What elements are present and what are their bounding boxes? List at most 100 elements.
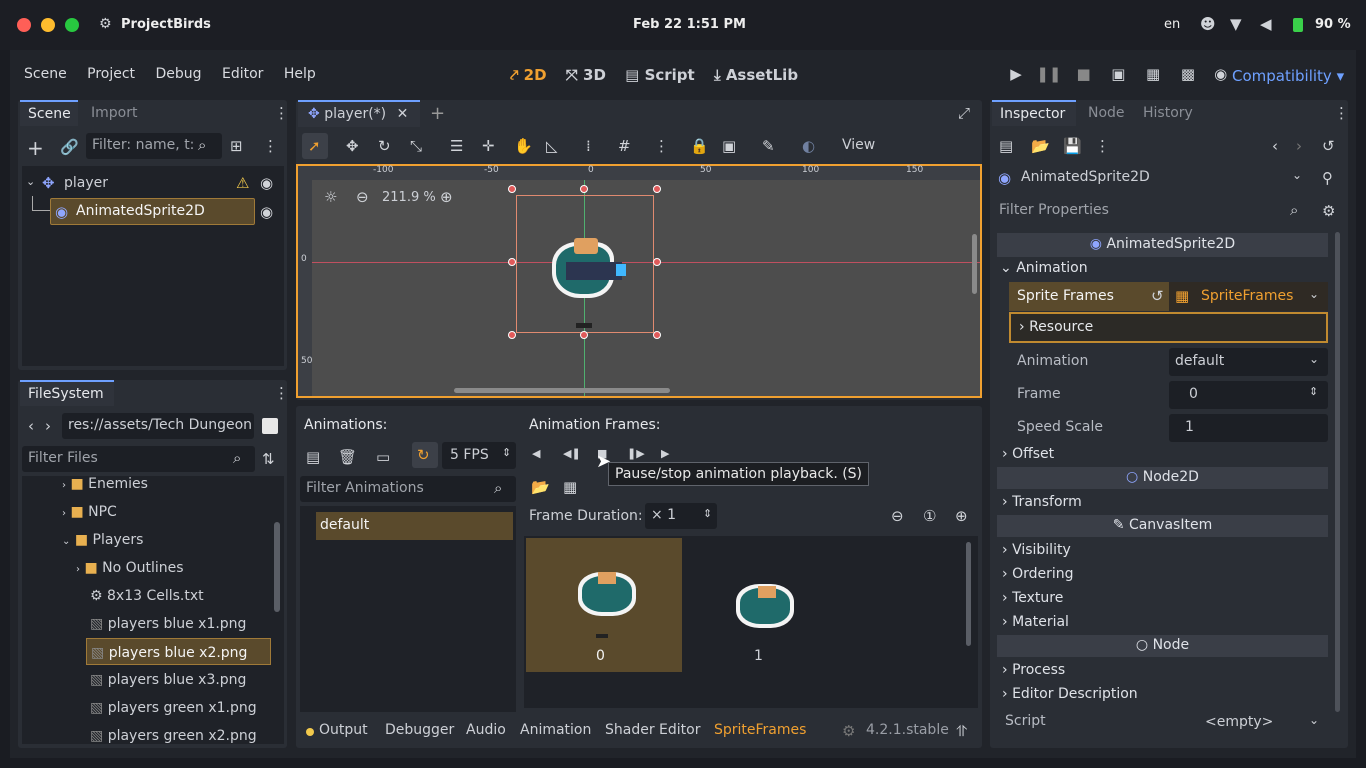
renderer-select[interactable]: Compatibility ▾ (1232, 67, 1344, 85)
inspector-scrollbar[interactable] (1335, 232, 1340, 712)
tree-item-animatedsprite2d[interactable]: ◉ AnimatedSprite2D (50, 198, 255, 225)
stop-icon[interactable]: ■ (1069, 65, 1099, 83)
sprite-frames-value[interactable]: ▦ SpriteFrames ⌄ (1169, 282, 1328, 311)
menu-scene[interactable]: Scene (24, 66, 67, 82)
forward-icon[interactable]: › (45, 417, 51, 435)
instantiate-scene-icon[interactable]: ⊞ (230, 137, 243, 155)
new-resource-icon[interactable]: ▤ (999, 137, 1013, 155)
inspector-options-icon[interactable]: ⚙ (1322, 202, 1335, 220)
play-backwards-icon[interactable]: ◀❚ (563, 447, 581, 460)
warning-icon[interactable]: ⚠ (236, 174, 249, 192)
zoom-settings-icon[interactable]: ☼ (324, 188, 337, 206)
fs-item-green-x1[interactable]: ▧ players green x1.png (90, 700, 257, 716)
remote-debug-icon[interactable]: ▣ (1103, 65, 1133, 83)
mode-2d-button[interactable]: ⤤ 2D (510, 66, 547, 84)
close-window-button[interactable] (17, 18, 31, 32)
chevron-down-icon[interactable]: ⌄ (1292, 168, 1302, 182)
fps-spinbox[interactable]: 5 FPS ⇕ (442, 442, 516, 469)
menu-project[interactable]: Project (87, 66, 135, 82)
scale-icon[interactable]: ⤡ (410, 137, 422, 155)
wifi-icon[interactable]: ▼ (1230, 15, 1242, 33)
section-ordering[interactable]: › Ordering (1002, 566, 1074, 582)
mode-assetlib-button[interactable]: ⤓ AssetLib (714, 66, 798, 84)
history-back-icon[interactable]: ‹ (1272, 137, 1278, 155)
animation-item-default[interactable]: default (316, 512, 513, 540)
revert-icon[interactable]: ↺ (1151, 287, 1164, 305)
play-forward-icon[interactable]: ❚▶ (627, 447, 645, 460)
zoom-in-frames-icon[interactable]: ⊕ (955, 507, 968, 525)
section-material[interactable]: › Material (1002, 614, 1069, 630)
collapse-arrow-icon[interactable]: ⌄ (26, 175, 35, 188)
section-editor-description[interactable]: › Editor Description (1002, 686, 1138, 702)
visibility-eye-icon[interactable]: ◉ (260, 174, 273, 192)
fs-item-blue-x2[interactable]: ▧ players blue x2.png (86, 638, 271, 665)
resource-options-icon[interactable]: ⋮ (1095, 137, 1110, 155)
tab-shader-editor[interactable]: Shader Editor (605, 722, 700, 738)
minimize-window-button[interactable] (41, 18, 55, 32)
save-resource-icon[interactable]: 💾 (1063, 137, 1082, 155)
tab-player-scene[interactable]: ✥ player(*) ✕ (298, 100, 420, 127)
play-custom-scene-icon[interactable]: ▩ (1173, 65, 1203, 83)
select-tool-button[interactable]: ➚ (302, 133, 328, 159)
distraction-free-icon[interactable]: ⤢ (958, 104, 970, 122)
v-scrollbar[interactable] (972, 234, 977, 294)
back-icon[interactable]: ‹ (28, 417, 34, 435)
add-animation-icon[interactable]: ▤ (306, 448, 320, 466)
frame-duration-spinbox[interactable]: × 1 ⇕ (645, 503, 717, 529)
section-texture[interactable]: › Texture (1002, 590, 1063, 606)
fs-item-cells-txt[interactable]: ⚙ 8x13 Cells.txt (90, 588, 204, 604)
filter-files-input[interactable]: Filter Files ⌕ (22, 446, 255, 472)
tab-filesystem[interactable]: FileSystem (20, 380, 114, 406)
pivot-icon[interactable]: ✛ (482, 137, 495, 155)
language-indicator[interactable]: en (1164, 17, 1180, 32)
tab-output[interactable]: Output (319, 722, 368, 738)
history-forward-icon[interactable]: › (1296, 137, 1302, 155)
section-transform[interactable]: › Transform (1002, 494, 1082, 510)
path-field[interactable]: res://assets/Tech Dungeon (62, 413, 254, 439)
filter-animations-input[interactable]: Filter Animations ⌕ (300, 476, 516, 502)
frame-spinbox[interactable]: 0 ⇕ (1169, 381, 1328, 409)
move-icon[interactable]: ✥ (346, 137, 359, 155)
zoom-level[interactable]: 211.9 % (382, 190, 436, 205)
dock-menu-icon[interactable]: ⋮ (274, 104, 289, 122)
tab-import[interactable]: Import (91, 105, 137, 121)
play-scene-icon[interactable]: ▦ (1138, 65, 1168, 83)
tab-debugger[interactable]: Debugger (385, 722, 454, 738)
frame-0[interactable]: 0 (526, 538, 682, 672)
visibility-eye-icon-2[interactable]: ◉ (260, 203, 273, 221)
menu-help[interactable]: Help (284, 66, 316, 82)
animation-select[interactable]: default ⌄ (1169, 348, 1328, 376)
system-tray-icon[interactable]: ☻ (1200, 15, 1216, 33)
object-history-icon[interactable]: ↺ (1322, 137, 1335, 155)
menu-debug[interactable]: Debug (156, 66, 202, 82)
play-icon[interactable]: ▶ (1003, 65, 1029, 83)
view-menu[interactable]: View (842, 137, 875, 153)
sort-icon[interactable]: ⇅ (262, 450, 275, 468)
expand-bottom-panel-icon[interactable]: ⥣ (956, 722, 967, 740)
inspected-node-type[interactable]: AnimatedSprite2D (1021, 169, 1150, 185)
resource-subsection[interactable]: › Resource (1009, 312, 1328, 343)
add-frame-from-file-icon[interactable]: 📂 (531, 478, 550, 496)
loop-toggle[interactable]: ↻ (412, 442, 438, 468)
frame-1[interactable]: 1 (686, 538, 842, 672)
tab-audio[interactable]: Audio (466, 722, 506, 738)
clock[interactable]: Feb 22 1:51 PM (633, 17, 746, 32)
link-icon[interactable]: 🔗 (60, 138, 79, 156)
camera-override-icon[interactable]: ◐ (802, 137, 815, 155)
mode-script-button[interactable]: ▤ Script (625, 66, 695, 84)
volume-icon[interactable]: ◀ (1260, 15, 1272, 33)
group-icon[interactable]: ▣ (722, 137, 736, 155)
canvas-viewport[interactable]: -100 -50 0 50 100 150 0 50 ☼ ⊖ 211.9 % ⊕ (296, 164, 982, 398)
snap-options-icon[interactable]: ⋮ (654, 137, 669, 155)
section-visibility[interactable]: › Visibility (1002, 542, 1071, 558)
zoom-out-frames-icon[interactable]: ⊖ (891, 507, 904, 525)
tab-node[interactable]: Node (1088, 105, 1125, 121)
fs-item-enemies[interactable]: › ■ Enemies (62, 476, 242, 492)
lock-icon[interactable]: 🔒 (690, 137, 709, 155)
fs-item-blue-x1[interactable]: ▧ players blue x1.png (90, 616, 246, 632)
movie-maker-icon[interactable]: ◉ (1208, 65, 1234, 83)
ruler-icon[interactable]: ◺ (546, 137, 558, 155)
tab-animation[interactable]: Animation (520, 722, 591, 738)
play-from-start-icon[interactable]: ▶ (661, 447, 669, 460)
smart-snap-icon[interactable]: ⁞ (586, 137, 591, 155)
